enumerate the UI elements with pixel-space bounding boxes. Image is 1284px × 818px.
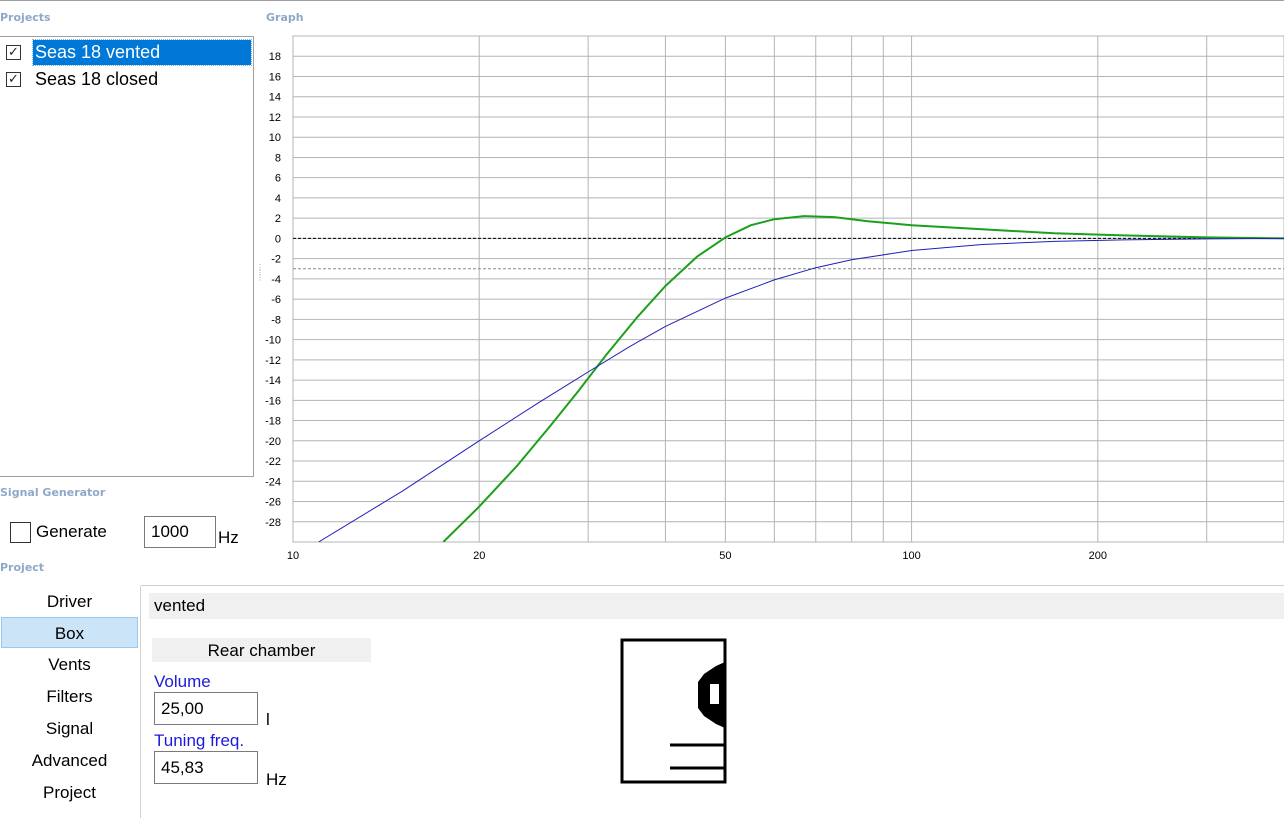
y-tick-label: 4 xyxy=(275,193,281,205)
check-icon: ✓ xyxy=(8,72,19,87)
volume-label: Volume xyxy=(154,672,211,691)
nav-box[interactable]: Box xyxy=(1,617,138,648)
y-tick-label: -20 xyxy=(265,436,281,448)
project-checkbox-vented[interactable]: ✓ xyxy=(6,45,21,60)
projects-list[interactable]: ✓ Seas 18 vented ✓ Seas 18 closed xyxy=(0,36,254,477)
y-tick-label: -26 xyxy=(265,497,281,509)
app-window: Projects ✓ Seas 18 vented ✓ Seas 18 clos… xyxy=(0,0,1284,818)
y-tick-label: 6 xyxy=(275,173,281,185)
plot-area xyxy=(292,35,1284,543)
y-tick-label: -14 xyxy=(265,375,281,387)
x-tick-label: 20 xyxy=(473,550,485,560)
y-tick-label: 0 xyxy=(275,233,281,245)
projects-group-label: Projects xyxy=(0,11,51,24)
vented-box-diagram-icon xyxy=(620,638,727,784)
tuning-label: Tuning freq. xyxy=(154,731,245,750)
volume-input[interactable] xyxy=(154,692,258,725)
project-nav: Driver Box Vents Filters Signal Advanced… xyxy=(0,586,141,818)
nav-filters[interactable]: Filters xyxy=(1,681,138,712)
top-divider xyxy=(0,0,1284,2)
y-tick-label: -10 xyxy=(265,335,281,347)
y-tick-label: -28 xyxy=(265,517,281,529)
x-tick-label: 10 xyxy=(287,550,299,560)
frequency-unit: Hz xyxy=(218,528,239,547)
project-label-closed[interactable]: Seas 18 closed xyxy=(33,67,251,92)
project-label-vented[interactable]: Seas 18 vented xyxy=(32,39,252,66)
chart-svg: 181614121086420-2-4-6-8-10-12-14-16-18-2… xyxy=(265,35,1284,560)
tuning-input[interactable] xyxy=(154,751,258,784)
y-tick-label: 2 xyxy=(275,213,281,225)
y-tick-label: -12 xyxy=(265,355,281,367)
signal-generator-row: Generate Hz xyxy=(10,516,239,548)
y-tick-label: -8 xyxy=(271,314,281,326)
nav-driver[interactable]: Driver xyxy=(1,586,138,617)
frequency-input[interactable] xyxy=(144,516,216,548)
y-tick-label: -2 xyxy=(271,254,281,266)
y-tick-label: -4 xyxy=(271,274,281,286)
rear-chamber-header: Rear chamber xyxy=(152,638,371,662)
project-checkbox-closed[interactable]: ✓ xyxy=(6,72,21,87)
box-type-header: vented xyxy=(149,593,1284,619)
tuning-unit: Hz xyxy=(266,770,287,789)
y-tick-label: 16 xyxy=(269,71,281,83)
signal-generator-group-label: Signal Generator xyxy=(0,486,106,499)
y-tick-label: -6 xyxy=(271,294,281,306)
generate-checkbox[interactable] xyxy=(10,521,31,543)
nav-advanced[interactable]: Advanced xyxy=(1,745,138,776)
project-item-vented[interactable]: ✓ Seas 18 vented xyxy=(6,39,252,66)
y-tick-label: 10 xyxy=(269,132,281,144)
check-icon: ✓ xyxy=(8,45,19,60)
nav-vents[interactable]: Vents xyxy=(1,649,138,680)
x-tick-label: 50 xyxy=(719,550,731,560)
nav-project[interactable]: Project xyxy=(1,777,138,808)
y-tick-label: 18 xyxy=(269,51,281,63)
project-group-label: Project xyxy=(0,561,45,574)
volume-unit: l xyxy=(266,710,270,729)
y-tick-label: -24 xyxy=(265,476,281,488)
y-tick-label: 14 xyxy=(269,92,281,104)
y-tick-label: 8 xyxy=(275,152,281,164)
x-tick-label: 200 xyxy=(1089,550,1107,560)
project-item-closed[interactable]: ✓ Seas 18 closed xyxy=(6,67,251,92)
x-tick-label: 100 xyxy=(902,550,920,560)
nav-signal[interactable]: Signal xyxy=(1,713,138,744)
generate-label: Generate xyxy=(36,522,107,541)
panel-divider xyxy=(141,585,1284,586)
frequency-response-chart[interactable]: 18 16 14 12 10 8 6 4 2 0 -2 -4 -6 -8 -10 -12 -14 -16 -18 -2… xyxy=(262,30,1284,560)
y-tick-label: -18 xyxy=(265,416,281,428)
graph-group-label: Graph xyxy=(266,11,304,24)
y-tick-label: -16 xyxy=(265,395,281,407)
y-tick-label: -22 xyxy=(265,456,281,468)
y-tick-label: 12 xyxy=(269,112,281,124)
